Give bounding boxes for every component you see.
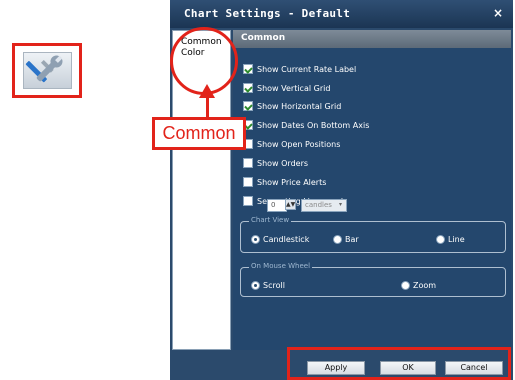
annotation-buttons-highlight — [287, 347, 511, 380]
checkbox[interactable] — [243, 64, 253, 74]
radio-candlestick[interactable]: Candlestick — [251, 235, 309, 244]
option-show-price-alerts[interactable]: Show Price Alerts — [243, 176, 326, 188]
checkbox-label: Show Orders — [257, 158, 309, 168]
checkbox-label: Show Vertical Grid — [257, 83, 331, 93]
option-show-dates-on-bottom-axis[interactable]: Show Dates On Bottom Axis — [243, 119, 369, 131]
wrench-screwdriver-icon — [23, 52, 72, 89]
radio-bar[interactable]: Bar — [333, 235, 359, 244]
radio-button[interactable] — [333, 235, 342, 244]
radio-label: Scroll — [263, 281, 285, 290]
separating-lines-count-input[interactable]: 0 — [267, 199, 287, 212]
option-show-orders[interactable]: Show Orders — [243, 157, 308, 169]
option-show-current-rate-label[interactable]: Show Current Rate Label — [243, 63, 356, 75]
radio-button[interactable] — [401, 281, 410, 290]
radio-button[interactable] — [436, 235, 445, 244]
option-show-vertical-grid[interactable]: Show Vertical Grid — [243, 82, 330, 94]
annotation-arrow-line — [206, 96, 209, 118]
checkbox[interactable] — [243, 158, 253, 168]
checkbox-label: Show Current Rate Label — [257, 64, 357, 74]
radio-button[interactable] — [251, 281, 260, 290]
spinner-arrows-icon[interactable]: ▲▼ — [285, 199, 296, 210]
option-show-open-positions[interactable]: Show Open Positions — [243, 138, 340, 150]
checkbox[interactable] — [243, 83, 253, 93]
radio-label: Bar — [345, 235, 359, 244]
mouse-wheel-group: On Mouse Wheel Scroll Zoom — [240, 262, 506, 297]
settings-panel: Common Show Current Rate Label Show Vert… — [233, 30, 511, 350]
close-icon[interactable]: × — [493, 6, 503, 20]
annotation-label: Common — [152, 117, 246, 150]
dialog-title-bar[interactable]: Chart Settings - Default × — [170, 0, 513, 28]
dialog-title: Chart Settings - Default — [184, 7, 351, 20]
chart-view-group: Chart View Candlestick Bar Line — [240, 216, 506, 253]
checkbox-label: Show Dates On Bottom Axis — [257, 120, 370, 130]
checkbox[interactable] — [243, 177, 253, 187]
radio-label: Zoom — [413, 281, 437, 290]
chart-settings-tool-button[interactable] — [12, 43, 82, 98]
checkbox-label: Show Horizontal Grid — [257, 101, 342, 111]
radio-label: Line — [448, 235, 465, 244]
checkbox[interactable] — [243, 196, 253, 206]
radio-zoom[interactable]: Zoom — [401, 281, 436, 290]
option-show-horizontal-grid[interactable]: Show Horizontal Grid — [243, 100, 341, 112]
checkbox[interactable] — [243, 101, 253, 111]
radio-scroll[interactable]: Scroll — [251, 281, 285, 290]
chevron-down-icon[interactable]: ▾ — [336, 199, 345, 210]
checkbox-label: Show Open Positions — [257, 139, 341, 149]
radio-label: Candlestick — [263, 235, 310, 244]
radio-button[interactable] — [251, 235, 260, 244]
group-title: Chart View — [249, 216, 292, 224]
section-title: Common — [241, 33, 286, 43]
radio-line[interactable]: Line — [436, 235, 465, 244]
section-header: Common — [233, 30, 511, 48]
checkbox-label: Show Price Alerts — [257, 177, 327, 187]
group-title: On Mouse Wheel — [249, 262, 313, 270]
